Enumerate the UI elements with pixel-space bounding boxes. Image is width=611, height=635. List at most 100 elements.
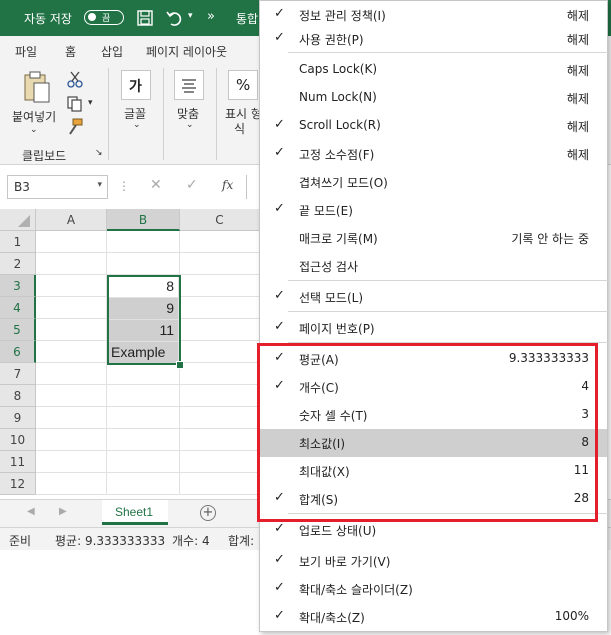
grid-cell[interactable] xyxy=(180,429,260,451)
tab-file[interactable]: 파일 xyxy=(15,43,37,60)
undo-dropdown-icon[interactable]: ▾ xyxy=(188,11,193,21)
column-header-b[interactable]: B xyxy=(107,209,180,231)
menu-item-label: Caps Lock(K) xyxy=(299,62,378,76)
paste-dropdown-icon[interactable]: ⌄ xyxy=(30,125,38,135)
column-header-c[interactable]: C xyxy=(180,209,260,231)
grid-cell[interactable] xyxy=(180,231,260,253)
grid-cell[interactable] xyxy=(107,385,180,407)
fill-handle[interactable] xyxy=(176,361,184,369)
row-header-11[interactable]: 11 xyxy=(0,451,36,473)
checkmark-icon: ✓ xyxy=(274,580,285,595)
row-header-6[interactable]: 6 xyxy=(0,341,36,363)
menu-item[interactable]: Num Lock(N) 해제 xyxy=(260,84,607,112)
next-sheet-icon[interactable]: ▶ xyxy=(59,506,67,517)
menu-item[interactable]: ✓ 선택 모드(L) xyxy=(260,283,607,311)
grid-cell[interactable] xyxy=(36,297,107,319)
menu-item[interactable]: ✓ 확대/축소 슬라이더(Z) xyxy=(260,575,607,603)
paste-label[interactable]: 붙여넣기 xyxy=(12,108,56,125)
grid-cell[interactable] xyxy=(180,451,260,473)
menu-item[interactable]: ✓ 고정 소수점(F) 해제 xyxy=(260,140,607,168)
tab-insert[interactable]: 삽입 xyxy=(101,43,123,60)
formula-bar-grip-icon: ⋮ xyxy=(118,179,130,193)
column-header-a[interactable]: A xyxy=(36,209,107,231)
name-box[interactable]: B3 ▾ xyxy=(7,175,108,199)
grid-cell[interactable] xyxy=(36,429,107,451)
enter-icon[interactable]: ✓ xyxy=(186,177,198,193)
menu-item[interactable]: ✓ Scroll Lock(R) 해제 xyxy=(260,112,607,140)
insert-function-icon[interactable]: fx xyxy=(222,178,233,192)
grid-cell[interactable] xyxy=(107,407,180,429)
row-header-12[interactable]: 12 xyxy=(0,473,36,495)
grid-cell[interactable] xyxy=(180,253,260,275)
cut-icon[interactable] xyxy=(66,70,84,88)
ribbon-divider xyxy=(163,68,164,160)
grid-cell[interactable] xyxy=(180,407,260,429)
prev-sheet-icon[interactable]: ◀ xyxy=(27,506,35,517)
autosave-toggle[interactable]: 끔 xyxy=(84,10,124,25)
menu-item-value: 100% xyxy=(554,609,589,623)
grid-cell[interactable] xyxy=(36,231,107,253)
menu-item[interactable]: ✓ 확대/축소(Z) 100% xyxy=(260,603,607,631)
copy-dropdown-icon[interactable]: ▾ xyxy=(88,98,93,108)
row-header-1[interactable]: 1 xyxy=(0,231,36,253)
tab-page-layout[interactable]: 페이지 레이아웃 xyxy=(146,43,227,60)
grid-cell[interactable] xyxy=(36,385,107,407)
clipboard-launcher-icon[interactable]: ↘ xyxy=(95,148,103,158)
row-header-9[interactable]: 9 xyxy=(0,407,36,429)
grid-cell[interactable] xyxy=(107,429,180,451)
grid-cell[interactable] xyxy=(36,253,107,275)
font-button[interactable]: 가 xyxy=(121,70,151,100)
grid-cell[interactable] xyxy=(36,363,107,385)
row-header-10[interactable]: 10 xyxy=(0,429,36,451)
grid-cell[interactable] xyxy=(180,363,260,385)
copy-icon[interactable] xyxy=(66,95,84,113)
menu-item[interactable]: 접근성 검사 xyxy=(260,252,607,280)
row-header-3[interactable]: 3 xyxy=(0,275,36,297)
grid-cell[interactable] xyxy=(36,275,107,297)
row-header-2[interactable]: 2 xyxy=(0,253,36,275)
align-dropdown-icon[interactable]: ⌄ xyxy=(186,120,194,130)
name-box-dropdown-icon[interactable]: ▾ xyxy=(97,180,102,190)
menu-item[interactable]: ✓ 끝 모드(E) xyxy=(260,196,607,224)
grid-cell[interactable] xyxy=(180,473,260,495)
more-commands-icon[interactable]: » xyxy=(207,9,215,24)
menu-item[interactable]: Caps Lock(K) 해제 xyxy=(260,56,607,84)
grid-cell[interactable] xyxy=(180,319,260,341)
grid-cell[interactable] xyxy=(36,341,107,363)
menu-item[interactable]: 매크로 기록(M) 기록 안 하는 중 xyxy=(260,224,607,252)
grid-cell[interactable] xyxy=(36,319,107,341)
undo-icon[interactable] xyxy=(165,9,185,27)
align-button[interactable] xyxy=(174,70,204,100)
select-all-button[interactable] xyxy=(0,209,36,231)
menu-item-value: 해제 xyxy=(566,92,589,106)
row-header-4[interactable]: 4 xyxy=(0,297,36,319)
save-icon[interactable] xyxy=(136,9,154,27)
menu-item[interactable]: ✓ 페이지 번호(P) xyxy=(260,314,607,342)
paste-icon[interactable] xyxy=(22,70,52,104)
number-format-button[interactable]: % xyxy=(228,70,258,100)
grid-cell[interactable] xyxy=(36,407,107,429)
add-sheet-icon[interactable]: + xyxy=(200,505,216,521)
grid-cell[interactable] xyxy=(180,341,260,363)
sheet-tab-sheet1[interactable]: Sheet1 xyxy=(102,500,168,525)
grid-cell[interactable] xyxy=(107,451,180,473)
grid-cell[interactable] xyxy=(107,253,180,275)
row-header-7[interactable]: 7 xyxy=(0,363,36,385)
grid-cell[interactable] xyxy=(36,451,107,473)
row-header-5[interactable]: 5 xyxy=(0,319,36,341)
row-header-8[interactable]: 8 xyxy=(0,385,36,407)
grid-cell[interactable] xyxy=(36,473,107,495)
cancel-icon[interactable]: ✕ xyxy=(150,177,162,193)
grid-cell[interactable] xyxy=(180,275,260,297)
menu-item[interactable]: ✓ 보기 바로 가기(V) xyxy=(260,547,607,575)
grid-cell[interactable] xyxy=(107,363,180,385)
grid-cell[interactable] xyxy=(180,385,260,407)
menu-item[interactable]: 겹쳐쓰기 모드(O) xyxy=(260,168,607,196)
format-painter-icon[interactable] xyxy=(66,118,84,136)
number-group-label-2[interactable]: 식 xyxy=(234,120,245,137)
menu-item[interactable]: ✓ 사용 권한(P) 해제 xyxy=(260,25,607,53)
grid-cell[interactable] xyxy=(107,473,180,495)
grid-cell[interactable] xyxy=(107,231,180,253)
font-dropdown-icon[interactable]: ⌄ xyxy=(133,120,141,130)
grid-cell[interactable] xyxy=(180,297,260,319)
